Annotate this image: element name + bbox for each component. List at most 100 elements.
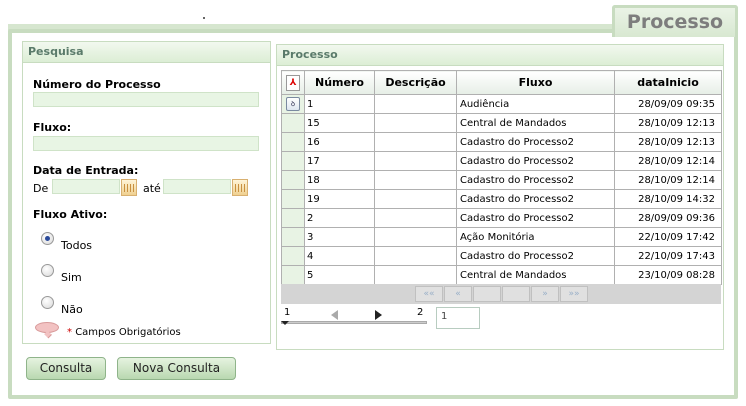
pager-first-button[interactable]: «« — [415, 286, 443, 302]
page-number-input[interactable]: 1 — [436, 307, 480, 329]
cell-numero: 17 — [304, 151, 375, 171]
row-select-cell[interactable] — [281, 151, 305, 171]
pager-last-button[interactable]: »» — [560, 286, 588, 302]
fluxo-input[interactable] — [33, 136, 259, 151]
table-row[interactable]: ꝺ 1 Audiência 28/09/09 09:35 — [281, 94, 722, 114]
cell-descricao — [374, 170, 457, 190]
row-select-cell[interactable] — [281, 227, 305, 247]
table-row[interactable]: 5 Central de Mandados 23/10/09 08:28 — [281, 265, 722, 285]
table-row[interactable]: 3 Ação Monitória 22/10/09 17:42 — [281, 227, 722, 247]
row-select-cell[interactable] — [281, 246, 305, 266]
date-to-input[interactable] — [163, 179, 231, 194]
cell-fluxo: Central de Mandados — [456, 113, 615, 133]
page-scroller[interactable]: 1 2 — [281, 307, 427, 329]
cell-data: 22/10/09 17:42 — [614, 227, 722, 247]
cell-data: 28/10/09 14:32 — [614, 189, 722, 209]
table-row[interactable]: 18 Cadastro do Processo2 28/10/09 12:14 — [281, 170, 722, 190]
scroller-end-label: 2 — [417, 307, 424, 318]
numero-processo-input[interactable] — [33, 92, 259, 107]
fluxo-label: Fluxo: — [33, 121, 72, 134]
cell-fluxo: Cadastro do Processo2 — [456, 246, 615, 266]
calendar-icon[interactable] — [232, 179, 248, 196]
cell-descricao — [374, 208, 457, 228]
date-to-label: até — [143, 182, 161, 195]
pager-next-button[interactable]: » — [531, 286, 559, 302]
cell-numero: 16 — [304, 132, 375, 152]
row-select-cell[interactable] — [281, 132, 305, 152]
scroll-right-arrow-icon[interactable] — [375, 310, 382, 320]
pager-bar: «« « » »» — [281, 284, 721, 304]
export-pdf-cell[interactable]: ⅄ — [281, 70, 305, 95]
cell-numero: 5 — [304, 265, 375, 285]
nova-consulta-button[interactable]: Nova Consulta — [117, 357, 236, 380]
cell-fluxo: Cadastro do Processo2 — [456, 132, 615, 152]
radio-nao-label: Não — [61, 303, 83, 316]
column-header-fluxo[interactable]: Fluxo — [456, 70, 615, 95]
calendar-icon[interactable] — [121, 179, 137, 196]
table-row[interactable]: 19 Cadastro do Processo2 28/10/09 14:32 — [281, 189, 722, 209]
cell-fluxo: Cadastro do Processo2 — [456, 170, 615, 190]
cell-data: 28/10/09 12:13 — [614, 132, 722, 152]
cell-data: 28/09/09 09:36 — [614, 208, 722, 228]
column-header-datainicio[interactable]: dataInicio — [614, 70, 722, 95]
table-header-row: ⅄ Número Descrição Fluxo dataInicio — [281, 70, 722, 95]
pager-prev-button[interactable]: « — [444, 286, 472, 302]
row-select-cell[interactable] — [281, 265, 305, 285]
table-row[interactable]: 15 Central de Mandados 28/10/09 12:13 — [281, 113, 722, 133]
cell-numero: 19 — [304, 189, 375, 209]
search-panel: Pesquisa Número do Processo Fluxo: Data … — [22, 41, 271, 344]
date-from-label: De — [33, 182, 49, 195]
table-row[interactable]: 4 Cadastro do Processo2 22/10/09 17:43 — [281, 246, 722, 266]
cell-descricao — [374, 246, 457, 266]
data-entrada-label: Data de Entrada: — [33, 164, 139, 177]
table-row[interactable]: 2 Cadastro do Processo2 28/09/09 09:36 — [281, 208, 722, 228]
row-select-cell[interactable] — [281, 170, 305, 190]
decorative-dot — [203, 17, 205, 19]
cell-numero: 4 — [304, 246, 375, 266]
table-row[interactable]: 17 Cadastro do Processo2 28/10/09 12:14 — [281, 151, 722, 171]
table-row[interactable]: 16 Cadastro do Processo2 28/10/09 12:13 — [281, 132, 722, 152]
document-icon[interactable]: ꝺ — [286, 97, 300, 111]
radio-todos[interactable] — [41, 232, 54, 245]
pager-page-slot[interactable] — [473, 286, 501, 302]
page-title: Processo — [612, 5, 738, 37]
results-table: ⅄ Número Descrição Fluxo dataInicio ꝺ 1 … — [281, 70, 722, 285]
pager-page-slot[interactable] — [502, 286, 530, 302]
scroller-thumb-icon[interactable] — [281, 321, 289, 325]
cell-descricao — [374, 227, 457, 247]
cell-data: 28/10/09 12:14 — [614, 170, 722, 190]
cell-numero: 18 — [304, 170, 375, 190]
results-panel-header: Processo — [277, 45, 723, 66]
cell-data: 23/10/09 08:28 — [614, 265, 722, 285]
cell-data: 28/10/09 12:14 — [614, 151, 722, 171]
cell-fluxo: Ação Monitória — [456, 227, 615, 247]
cell-numero: 15 — [304, 113, 375, 133]
radio-nao[interactable] — [41, 296, 54, 309]
cell-numero: 2 — [304, 208, 375, 228]
pdf-icon[interactable]: ⅄ — [286, 74, 300, 91]
row-select-cell[interactable] — [281, 189, 305, 209]
scroller-track[interactable] — [281, 321, 427, 324]
date-from-input[interactable] — [52, 179, 120, 194]
column-header-descricao[interactable]: Descrição — [374, 70, 457, 95]
cell-fluxo: Cadastro do Processo2 — [456, 151, 615, 171]
required-star: * — [67, 327, 72, 338]
cell-descricao — [374, 113, 457, 133]
row-select-cell[interactable] — [281, 113, 305, 133]
cell-data: 28/09/09 09:35 — [614, 94, 722, 114]
cell-numero: 1 — [304, 94, 375, 114]
results-panel: Processo ⅄ Número Descrição Fluxo dataIn… — [276, 44, 724, 350]
column-header-numero[interactable]: Número — [304, 70, 375, 95]
cell-fluxo: Cadastro do Processo2 — [456, 189, 615, 209]
radio-sim[interactable] — [41, 264, 54, 277]
row-select-cell[interactable]: ꝺ — [281, 94, 305, 114]
consulta-button[interactable]: Consulta — [26, 357, 106, 380]
scroll-left-arrow-icon[interactable] — [331, 310, 338, 320]
search-panel-header: Pesquisa — [23, 42, 270, 63]
cell-fluxo: Central de Mandados — [456, 265, 615, 285]
speech-bubble-icon — [35, 322, 59, 333]
row-select-cell[interactable] — [281, 208, 305, 228]
radio-todos-label: Todos — [61, 239, 93, 252]
scroller-start-label: 1 — [284, 307, 291, 318]
cell-descricao — [374, 265, 457, 285]
